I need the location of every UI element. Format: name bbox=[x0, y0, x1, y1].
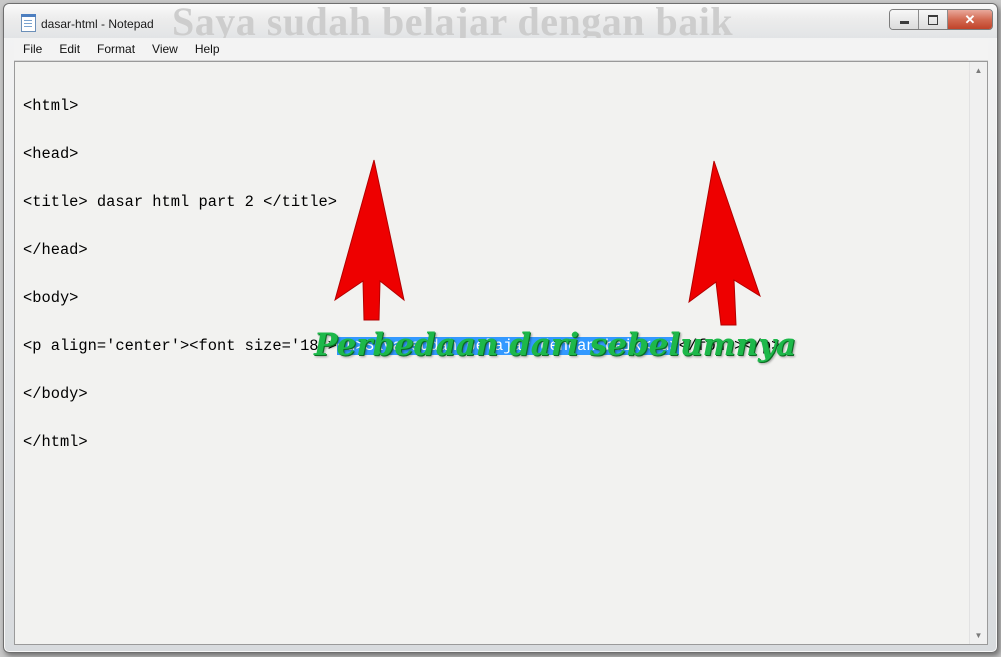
minimize-icon bbox=[899, 21, 909, 24]
editor-content[interactable]: <html> <head> <title> dasar html part 2 … bbox=[23, 66, 780, 482]
menu-format[interactable]: Format bbox=[88, 39, 143, 60]
vertical-scrollbar[interactable]: ▲ ▼ bbox=[969, 62, 987, 644]
scroll-down-arrow-icon[interactable]: ▼ bbox=[970, 627, 987, 644]
background-ghost-text: Saya sudah belajar dengan baik bbox=[172, 4, 734, 38]
window-title: dasar-html - Notepad bbox=[41, 17, 154, 31]
maximize-button[interactable] bbox=[919, 10, 948, 29]
code-line: <head> bbox=[23, 145, 79, 163]
menu-help[interactable]: Help bbox=[186, 39, 228, 60]
code-line: </head> bbox=[23, 241, 88, 259]
code-before-selection: <p align='center'><font size='18'> bbox=[23, 337, 338, 355]
menu-edit[interactable]: Edit bbox=[50, 39, 88, 60]
minimize-button[interactable] bbox=[890, 10, 919, 29]
code-line: </html> bbox=[23, 433, 88, 451]
code-line: </body> bbox=[23, 385, 88, 403]
scroll-up-arrow-icon[interactable]: ▲ bbox=[970, 62, 987, 79]
code-line: <body> bbox=[23, 289, 79, 307]
caption-buttons: ✕ bbox=[889, 9, 993, 30]
notepad-app-icon[interactable] bbox=[21, 14, 36, 32]
menu-view[interactable]: View bbox=[143, 39, 186, 60]
annotation-caption: Perbedaan dari sebelumnya bbox=[314, 327, 797, 363]
code-line: <html> bbox=[23, 97, 79, 115]
menu-file[interactable]: File bbox=[14, 39, 50, 60]
title-bar[interactable]: Saya sudah belajar dengan baik dasar-htm… bbox=[4, 4, 997, 38]
code-line: <title> dasar html part 2 </title> bbox=[23, 193, 338, 211]
menu-bar: File Edit Format View Help bbox=[14, 39, 988, 61]
restore-icon bbox=[928, 14, 938, 25]
close-icon: ✕ bbox=[964, 11, 976, 27]
close-button[interactable]: ✕ bbox=[948, 10, 992, 29]
